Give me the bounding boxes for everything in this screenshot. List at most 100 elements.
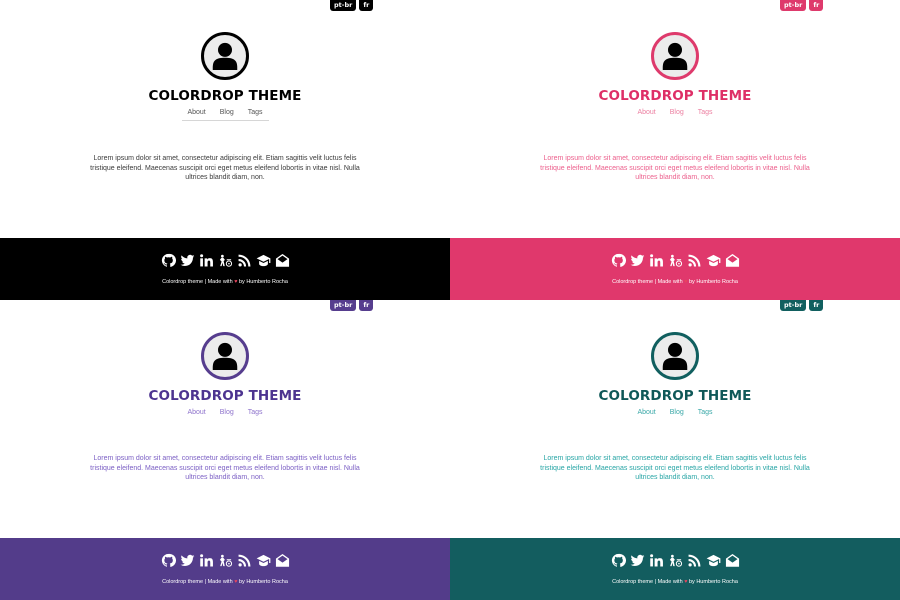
lang-link-pt-br[interactable]: pt-br <box>780 300 807 311</box>
intro-text: Lorem ipsum dolor sit amet, consectetur … <box>90 155 360 182</box>
envelope-icon[interactable] <box>725 553 740 568</box>
profile-avatar[interactable] <box>651 332 699 380</box>
envelope-icon[interactable] <box>275 553 290 568</box>
nav-link-blog[interactable]: Blog <box>220 409 234 416</box>
mastodon-icon[interactable] <box>218 553 233 568</box>
credits-by: by <box>688 579 695 585</box>
rss-icon[interactable] <box>687 553 702 568</box>
credits-separator: | <box>654 579 657 585</box>
language-switcher: pt-br fr <box>330 0 374 11</box>
social-links <box>0 553 450 568</box>
user-silhouette-icon <box>212 342 238 370</box>
linkedin-icon[interactable] <box>649 553 664 568</box>
mastodon-icon[interactable] <box>668 553 683 568</box>
mastodon-icon[interactable] <box>668 253 683 268</box>
credits-made-with: Made with <box>657 579 683 585</box>
credits-separator: | <box>204 579 207 585</box>
credits-site-link[interactable]: Colordrop <box>612 279 636 285</box>
credits-made-with: Made with <box>207 279 233 285</box>
credits-author-link[interactable]: Humberto Rocha <box>246 279 288 285</box>
nav-link-about[interactable]: About <box>187 409 205 416</box>
site-title[interactable]: COLORDROP THEME <box>0 88 450 104</box>
social-links <box>450 553 900 568</box>
nav-link-blog[interactable]: Blog <box>670 409 684 416</box>
nav-link-blog[interactable]: Blog <box>220 109 234 116</box>
site-title[interactable]: COLORDROP THEME <box>450 388 900 404</box>
user-silhouette-icon <box>662 42 688 70</box>
user-silhouette-icon <box>212 42 238 70</box>
credits-theme-word: theme <box>187 579 204 585</box>
heart-icon: ♥ <box>684 279 688 285</box>
theme-preview-panel-purple: pt-br fr COLORDROP THEME About Blog Tags Lo… <box>0 300 450 600</box>
language-switcher: pt-br fr <box>780 0 824 11</box>
credits-site-link[interactable]: Colordrop <box>612 579 636 585</box>
lang-link-fr[interactable]: fr <box>359 0 374 11</box>
credits-author-link[interactable]: Humberto Rocha <box>696 579 738 585</box>
site-title[interactable]: COLORDROP THEME <box>0 388 450 404</box>
twitter-icon[interactable] <box>630 553 645 568</box>
heart-icon: ♥ <box>234 279 238 285</box>
github-icon[interactable] <box>611 253 626 268</box>
rss-icon[interactable] <box>237 553 252 568</box>
lang-link-fr[interactable]: fr <box>359 300 374 311</box>
footer-credits: Colordrop theme | Made with ♥ by Humbert… <box>450 279 900 285</box>
nav-link-about[interactable]: About <box>637 409 655 416</box>
graduation-cap-icon[interactable] <box>256 553 271 568</box>
nav-link-tags[interactable]: Tags <box>698 409 713 416</box>
graduation-cap-icon[interactable] <box>706 553 721 568</box>
twitter-icon[interactable] <box>630 253 645 268</box>
lang-link-pt-br[interactable]: pt-br <box>330 0 357 11</box>
credits-made-with: Made with <box>657 279 683 285</box>
profile-avatar[interactable] <box>651 32 699 80</box>
theme-preview-panel-pink: pt-br fr COLORDROP THEME About Blog Tags Lo… <box>450 0 900 300</box>
nav-link-blog[interactable]: Blog <box>670 109 684 116</box>
credits-theme-word: theme <box>187 279 204 285</box>
twitter-icon[interactable] <box>180 553 195 568</box>
rss-icon[interactable] <box>237 253 252 268</box>
lang-link-fr[interactable]: fr <box>809 0 824 11</box>
lang-link-pt-br[interactable]: pt-br <box>330 300 357 311</box>
credits-theme-word: theme <box>637 579 654 585</box>
nav-link-tags[interactable]: Tags <box>248 109 263 116</box>
language-switcher: pt-br fr <box>780 300 824 311</box>
footer-credits: Colordrop theme | Made with ♥ by Humbert… <box>0 279 450 285</box>
social-links <box>0 253 450 268</box>
lang-link-fr[interactable]: fr <box>809 300 824 311</box>
intro-text: Lorem ipsum dolor sit amet, consectetur … <box>90 455 360 482</box>
graduation-cap-icon[interactable] <box>256 253 271 268</box>
linkedin-icon[interactable] <box>199 553 214 568</box>
graduation-cap-icon[interactable] <box>706 253 721 268</box>
twitter-icon[interactable] <box>180 253 195 268</box>
language-switcher: pt-br fr <box>330 300 374 311</box>
site-footer: Colordrop theme | Made with ♥ by Humbert… <box>0 538 450 600</box>
theme-variants-grid: pt-br fr COLORDROP THEME About Blog Tags Lo… <box>0 0 900 600</box>
credits-by: by <box>688 279 695 285</box>
linkedin-icon[interactable] <box>199 253 214 268</box>
mastodon-icon[interactable] <box>218 253 233 268</box>
rss-icon[interactable] <box>687 253 702 268</box>
nav-link-tags[interactable]: Tags <box>248 409 263 416</box>
credits-by: by <box>238 579 245 585</box>
credits-author-link[interactable]: Humberto Rocha <box>246 579 288 585</box>
main-nav: About Blog Tags <box>0 109 450 116</box>
nav-link-tags[interactable]: Tags <box>698 109 713 116</box>
github-icon[interactable] <box>161 553 176 568</box>
github-icon[interactable] <box>161 253 176 268</box>
credits-author-link[interactable]: Humberto Rocha <box>696 279 738 285</box>
credits-site-link[interactable]: Colordrop <box>162 279 186 285</box>
lang-link-pt-br[interactable]: pt-br <box>780 0 807 11</box>
user-silhouette-icon <box>662 342 688 370</box>
credits-separator: | <box>654 279 657 285</box>
nav-link-about[interactable]: About <box>187 109 205 116</box>
credits-theme-word: theme <box>637 279 654 285</box>
profile-avatar[interactable] <box>201 32 249 80</box>
nav-link-about[interactable]: About <box>637 109 655 116</box>
site-title[interactable]: COLORDROP THEME <box>450 88 900 104</box>
profile-avatar[interactable] <box>201 332 249 380</box>
credits-site-link[interactable]: Colordrop <box>162 579 186 585</box>
github-icon[interactable] <box>611 553 626 568</box>
envelope-icon[interactable] <box>725 253 740 268</box>
linkedin-icon[interactable] <box>649 253 664 268</box>
envelope-icon[interactable] <box>275 253 290 268</box>
intro-text: Lorem ipsum dolor sit amet, consectetur … <box>540 455 810 482</box>
